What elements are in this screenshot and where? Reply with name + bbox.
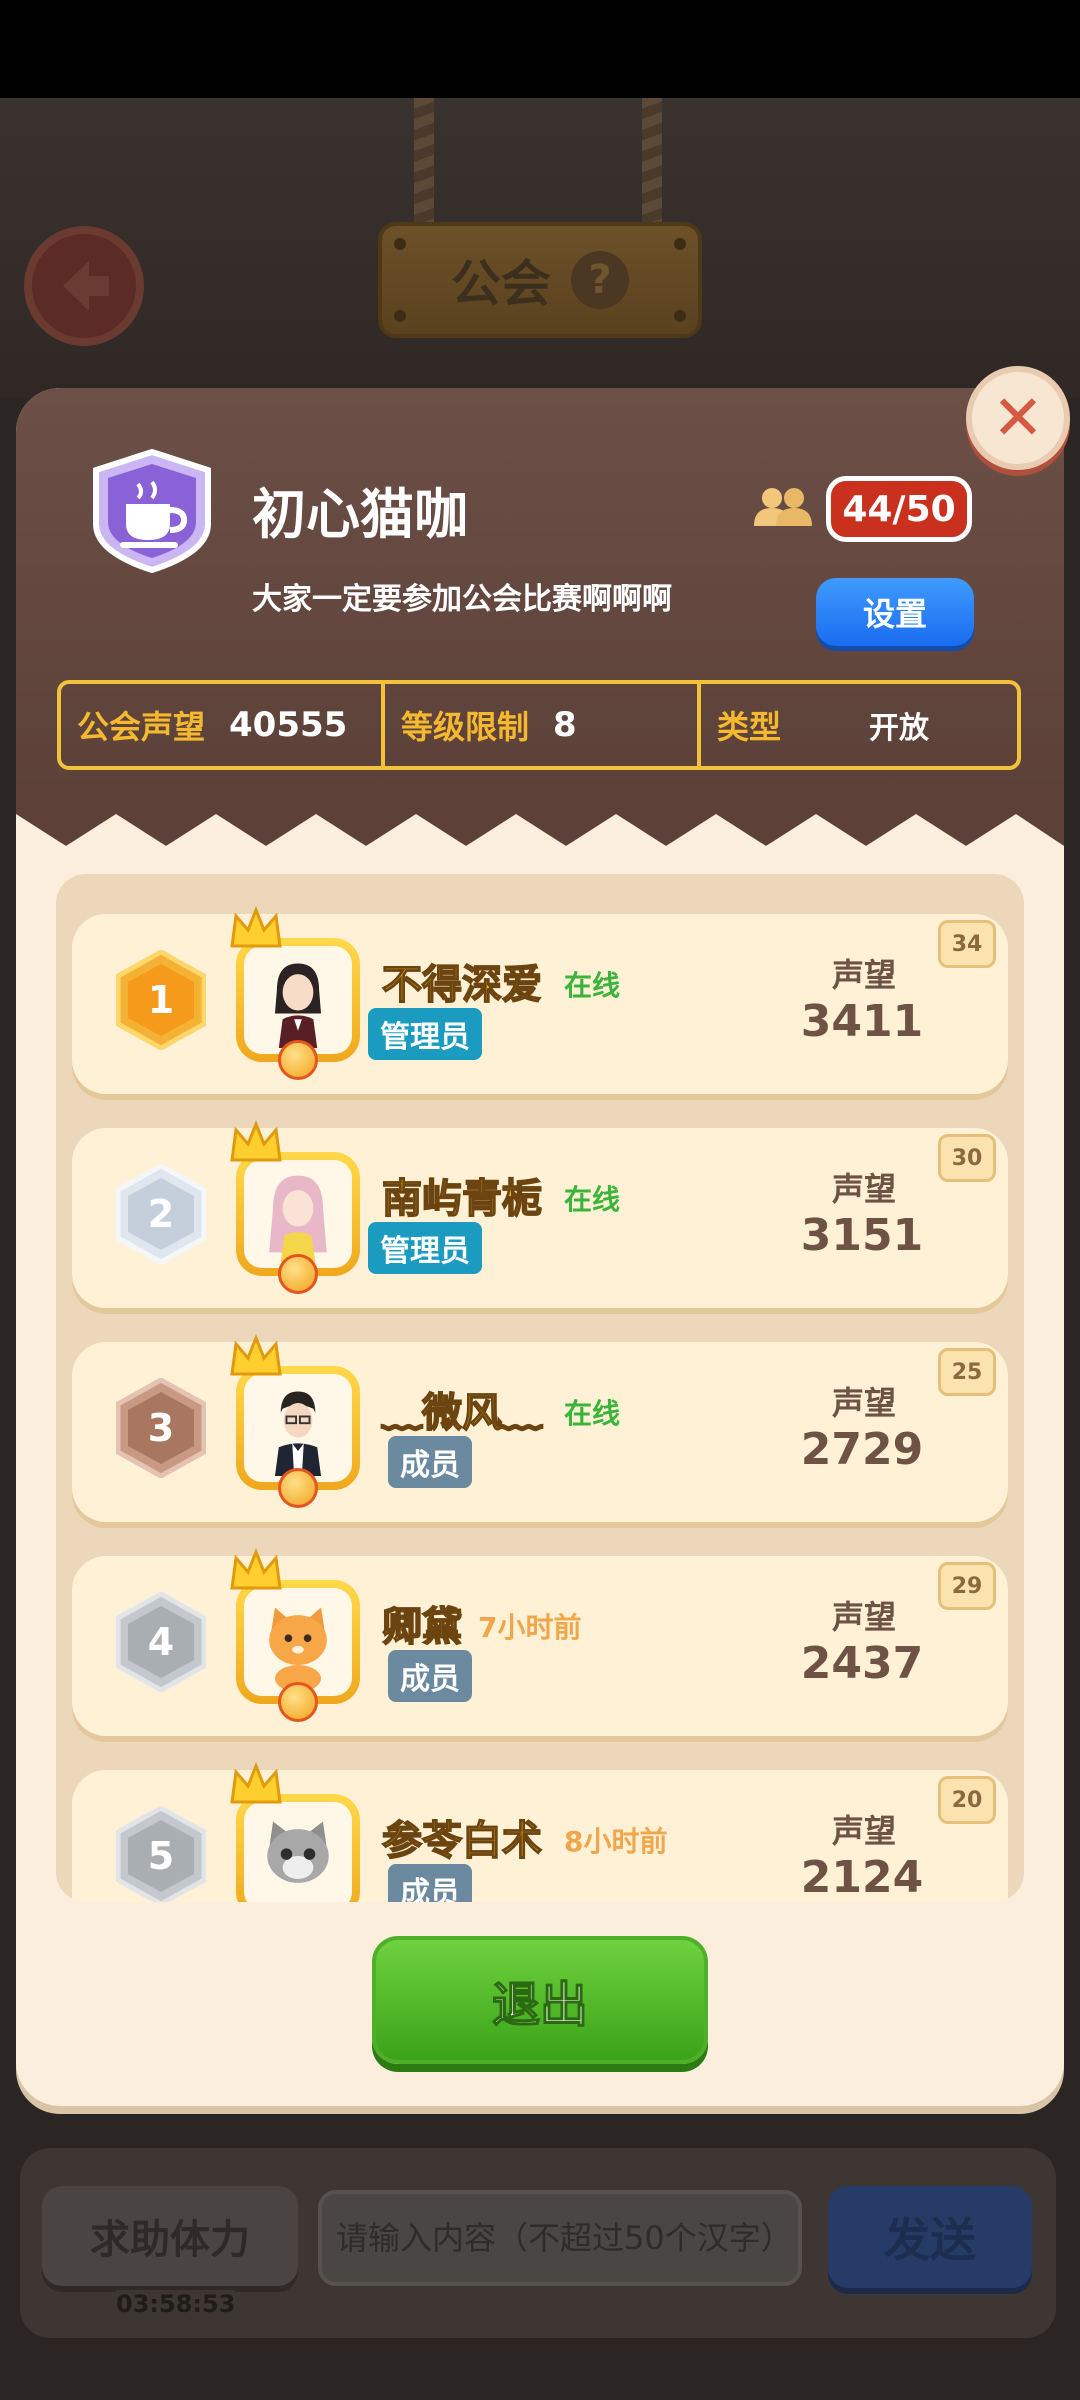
stat-label: 等级限制 [401,708,530,746]
crown-icon [230,1334,282,1376]
bell-icon [278,1682,318,1722]
member-row[interactable]: 3 ﹏微风﹏ 在线 成员 声望 2729 25 [72,1334,1008,1522]
rank-number: 5 [147,1834,175,1878]
bell-icon [278,1254,318,1294]
close-icon: ✕ [992,381,1044,454]
guild-name: 初心猫咖 [252,483,468,546]
hanging-rope [414,98,434,228]
zigzag-divider [16,796,1064,846]
guild-cup-icon [93,448,211,574]
stat-reputation: 公会声望 40555 [61,684,381,766]
reputation-label: 声望 [832,1170,897,1208]
stat-type: 类型 开放 [697,684,1017,766]
member-row[interactable]: 1 不得深爱 在线 管理员 声望 3411 34 [72,906,1008,1094]
guild-motto: 大家一定要参加公会比赛啊啊啊 [252,582,672,617]
role-badge: 管理员 [368,1222,482,1274]
stat-label: 类型 [717,708,782,746]
bell-icon [278,1468,318,1508]
member-list[interactable]: 1 不得深爱 在线 管理员 声望 3411 34 2 南屿青栀 在线 管理员 声… [56,874,1024,1902]
stat-level-limit: 等级限制 8 [381,684,697,766]
help-icon[interactable]: ? [571,251,629,309]
stat-value: 40555 [229,705,348,745]
player-name: 不得深爱 [381,961,543,1009]
avatar-orange-cat-icon [269,1607,327,1690]
page-title: 公会 [451,255,551,313]
member-count-badge: 44/50 [826,476,972,542]
status-text: 在线 [564,1397,621,1430]
stat-value: 8 [553,705,577,745]
cooldown-timer: 03:58:53 [116,2290,236,2318]
settings-button[interactable]: 设置 [816,578,974,646]
avatar-pink-hair-girl-icon [269,1175,327,1262]
board-bolt [674,238,686,250]
level-tag: 34 [938,920,996,968]
send-button[interactable]: 发送 [828,2186,1032,2288]
role-badge: 成员 [388,1864,472,1902]
status-text: 8小时前 [564,1825,668,1858]
role-badge: 管理员 [368,1008,482,1060]
role-badge: 成员 [388,1436,472,1488]
member-row[interactable]: 4 卿黛 7小时前 成员 声望 2437 29 [72,1548,1008,1736]
crown-icon [230,1120,282,1162]
close-button[interactable]: ✕ [966,366,1070,470]
members-icon [754,488,812,526]
status-text: 7小时前 [478,1611,582,1644]
player-name: 参苓白术 [381,1817,543,1865]
title-board: 公会 ? [378,222,702,338]
reputation-label: 声望 [832,956,897,994]
player-name: ﹏微风﹏ [381,1389,543,1437]
back-arrow-icon [63,261,109,311]
level-tag: 25 [938,1348,996,1396]
crown-icon [230,1548,282,1590]
role-badge: 成员 [388,1650,472,1702]
board-bolt [394,238,406,250]
player-name: 卿黛 [381,1603,463,1651]
avatar-girl-uniform-icon [274,963,322,1048]
hanging-rope [642,98,662,228]
avatar[interactable] [236,1794,360,1902]
board-bolt [394,310,406,322]
quit-guild-button[interactable]: 退出 [372,1936,708,2064]
reputation-label: 声望 [832,1384,897,1422]
reputation-value: 2124 [800,1852,924,1902]
reputation-value: 3411 [800,996,924,1047]
stat-label: 公会声望 [77,708,206,746]
member-row[interactable]: 2 南屿青栀 在线 管理员 声望 3151 30 [72,1120,1008,1308]
level-tag: 20 [938,1776,996,1824]
stat-value: 开放 [869,711,930,746]
crown-icon [230,906,282,948]
avatar-suit-man-icon [274,1391,322,1476]
board-bolt [674,310,686,322]
request-stamina-button[interactable]: 求助体力 [42,2186,298,2286]
bell-icon [278,1040,318,1080]
reputation-value: 2729 [800,1424,924,1475]
status-text: 在线 [564,969,621,1002]
rank-number: 4 [147,1620,175,1664]
level-tag: 30 [938,1134,996,1182]
member-row[interactable]: 5 参苓白术 8小时前 成员 声望 2124 20 [72,1762,1008,1902]
reputation-label: 声望 [832,1598,897,1636]
avatar-grey-cat-icon [267,1821,329,1883]
reputation-value: 2437 [800,1638,924,1689]
level-tag: 29 [938,1562,996,1610]
chat-input[interactable] [318,2190,802,2286]
back-button[interactable] [24,226,144,346]
status-text: 在线 [564,1183,621,1216]
status-bar [0,0,1080,98]
reputation-label: 声望 [832,1812,897,1850]
crown-icon [230,1762,282,1804]
rank-number: 2 [147,1192,175,1236]
player-name: 南屿青栀 [381,1175,543,1223]
guild-stats-bar: 公会声望 40555 等级限制 8 类型 开放 [57,680,1021,770]
rank-number: 3 [147,1406,175,1450]
reputation-value: 3151 [800,1210,924,1261]
rank-number: 1 [147,978,175,1022]
